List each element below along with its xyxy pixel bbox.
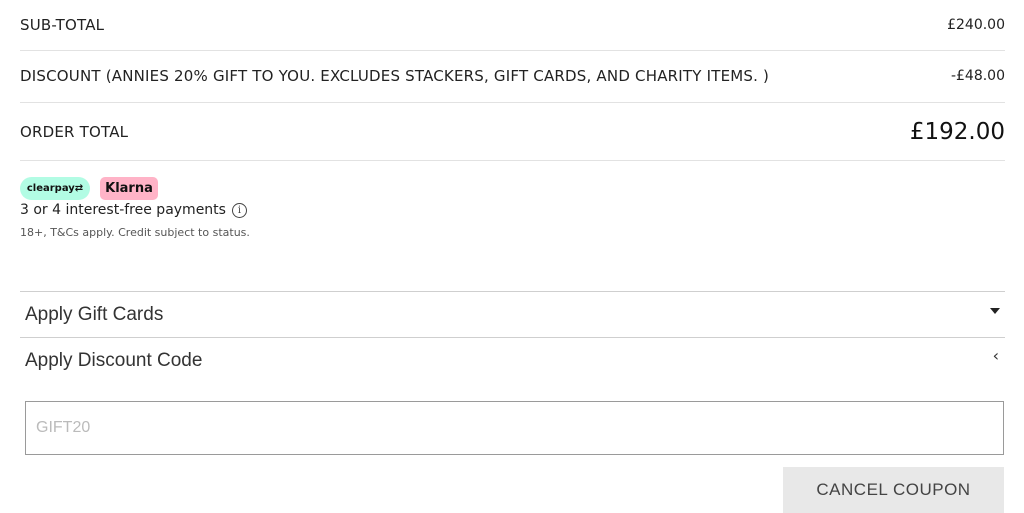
subtotal-label: SUB-TOTAL (20, 16, 105, 34)
chevron-left-icon: ‹ (992, 346, 999, 365)
subtotal-value: £240.00 (947, 17, 1005, 33)
caret-down-icon (990, 307, 1000, 314)
cancel-coupon-button[interactable]: CANCEL COUPON (783, 467, 1004, 513)
payment-badges: clearpay⇄ Klarna (20, 177, 158, 200)
order-total-value: £192.00 (909, 119, 1005, 145)
discount-label: DISCOUNT (ANNIES 20% GIFT TO YOU. EXCLUD… (20, 67, 770, 85)
apply-discount-code-accordion[interactable]: Apply Discount Code ‹ (20, 337, 1005, 383)
info-icon[interactable]: i (231, 202, 247, 218)
klarna-logo: Klarna (100, 177, 158, 200)
apply-gift-cards-label: Apply Gift Cards (25, 303, 164, 325)
discount-row: DISCOUNT (ANNIES 20% GIFT TO YOU. EXCLUD… (20, 65, 1005, 87)
divider (20, 50, 1005, 51)
installments-info: 3 or 4 interest-free payments i (20, 202, 247, 218)
order-total-row: ORDER TOTAL £192.00 (20, 118, 1005, 146)
coupon-code-input[interactable] (25, 401, 1004, 455)
divider (20, 102, 1005, 103)
subtotal-row: SUB-TOTAL £240.00 (20, 14, 1005, 36)
terms-text: 18+, T&Cs apply. Credit subject to statu… (20, 226, 250, 239)
apply-gift-cards-accordion[interactable]: Apply Gift Cards (20, 291, 1005, 337)
installments-text: 3 or 4 interest-free payments (20, 202, 226, 218)
apply-discount-code-label: Apply Discount Code (25, 349, 203, 371)
divider (20, 160, 1005, 161)
order-total-label: ORDER TOTAL (20, 123, 129, 141)
discount-value: -£48.00 (950, 68, 1005, 84)
clearpay-logo: clearpay⇄ (20, 177, 90, 200)
